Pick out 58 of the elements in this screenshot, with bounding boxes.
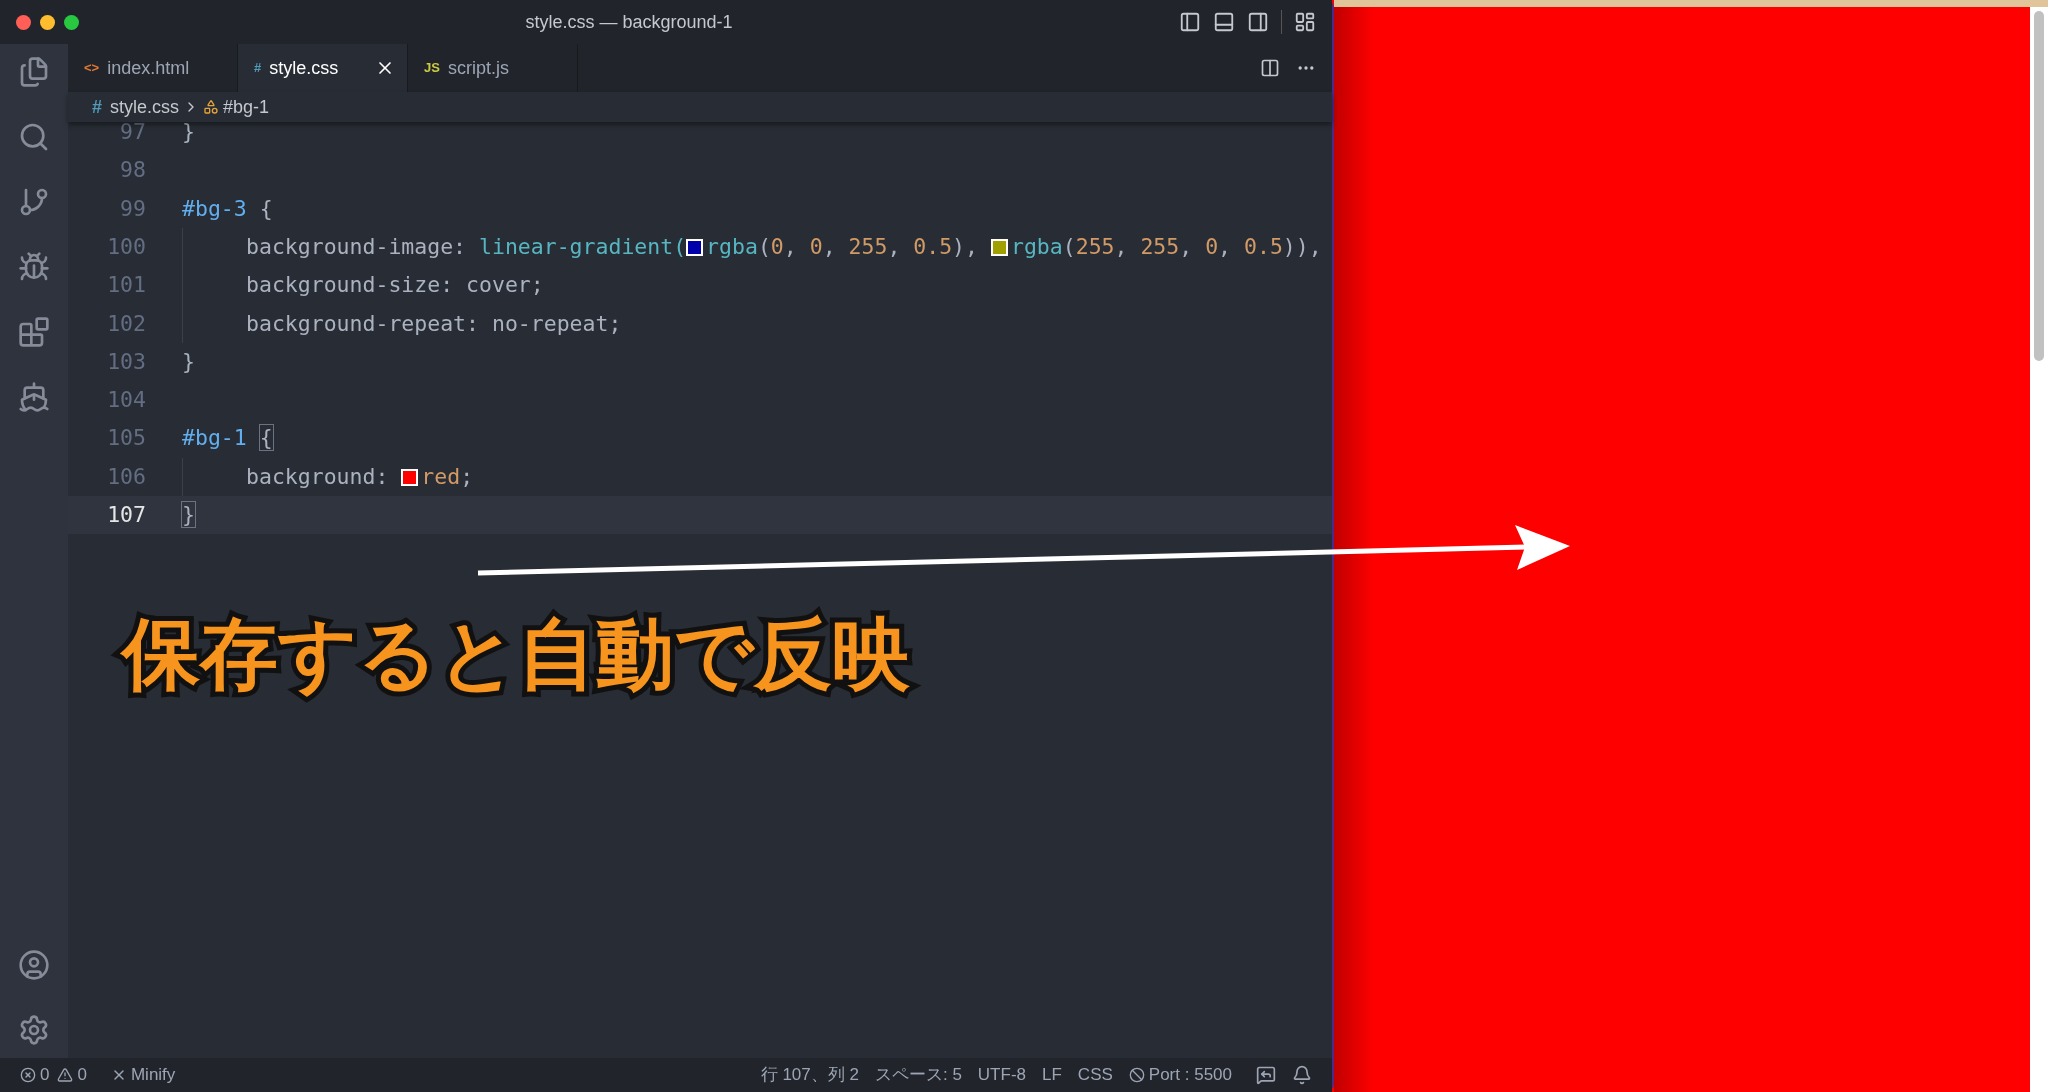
settings-icon[interactable] (18, 1014, 50, 1046)
css-file-icon: # (92, 93, 102, 121)
warning-count[interactable]: 0 (77, 1062, 87, 1088)
line-number: 101 (106, 271, 146, 300)
split-editor-icon[interactable] (1260, 58, 1280, 78)
minify-item[interactable]: Minify (130, 1062, 176, 1088)
error-icon (20, 1067, 36, 1083)
code-line: background-size: cover; (246, 271, 544, 300)
eol-item[interactable]: LF (1042, 1062, 1062, 1088)
prohibited-icon (1128, 1067, 1145, 1083)
line-number: 107 (106, 501, 146, 529)
file-type-icon: JS (424, 58, 440, 78)
notifications-icon[interactable] (1292, 1065, 1312, 1085)
code-line: } (182, 118, 195, 146)
editor-tab[interactable]: # style.css (238, 44, 408, 92)
indentation-item[interactable]: スペース: 5 (874, 1062, 962, 1088)
line-number: 98 (119, 156, 146, 185)
customize-layout-icon[interactable] (1294, 11, 1316, 33)
scrollbar-thumb[interactable] (2034, 11, 2044, 361)
breadcrumb-file[interactable]: style.css (110, 93, 180, 121)
symbol-icon (203, 99, 220, 115)
code-line: background-image: linear-gradient( rgba(0, 0, 255, 0.5), rgba(255, 255, 0, 0.5)), (246, 232, 1322, 261)
editor-tab[interactable]: JS script.js (408, 44, 578, 92)
code-line: } (182, 500, 195, 529)
file-type-icon: # (254, 58, 262, 78)
line-number: 97 (119, 118, 146, 146)
toggle-panel-icon[interactable] (1213, 11, 1235, 33)
line-number: 106 (106, 462, 146, 491)
code-line: } (182, 347, 195, 376)
toggle-sidebar-icon[interactable] (1179, 11, 1201, 33)
line-number: 105 (106, 424, 146, 453)
run-debug-icon[interactable] (18, 251, 50, 283)
toggle-secondary-sidebar-icon[interactable] (1247, 11, 1269, 33)
source-control-icon[interactable] (18, 186, 50, 218)
account-icon[interactable] (18, 949, 50, 981)
code-line: background: red; (246, 462, 474, 491)
code-line: #bg-1 { (182, 424, 273, 453)
code-line: #bg-3 { (182, 194, 273, 223)
line-number: 104 (106, 386, 146, 415)
file-type-icon: <> (84, 58, 100, 78)
line-number: 100 (106, 232, 146, 261)
window-title: style.css — background-1 (524, 10, 734, 34)
error-count[interactable]: 0 (40, 1062, 50, 1088)
extensions-icon[interactable] (18, 316, 50, 348)
line-number: 102 (106, 309, 146, 338)
breadcrumb-symbol[interactable]: #bg-1 (223, 93, 270, 121)
explorer-icon[interactable] (18, 56, 50, 88)
warning-icon (57, 1067, 74, 1083)
line-number: 99 (119, 194, 146, 223)
search-icon[interactable] (18, 121, 50, 153)
cursor-position[interactable]: 行 107、列 2 (760, 1062, 859, 1088)
language-item[interactable]: CSS (1077, 1062, 1113, 1088)
caption-text: 保存すると自動で反映 (122, 609, 910, 700)
feedback-icon[interactable] (1256, 1065, 1276, 1085)
live-server-port[interactable]: Port : 5500 (1148, 1062, 1232, 1088)
code-line: background-repeat: no-repeat; (246, 309, 622, 338)
line-number: 103 (106, 347, 146, 376)
encoding-item[interactable]: UTF-8 (977, 1062, 1026, 1088)
